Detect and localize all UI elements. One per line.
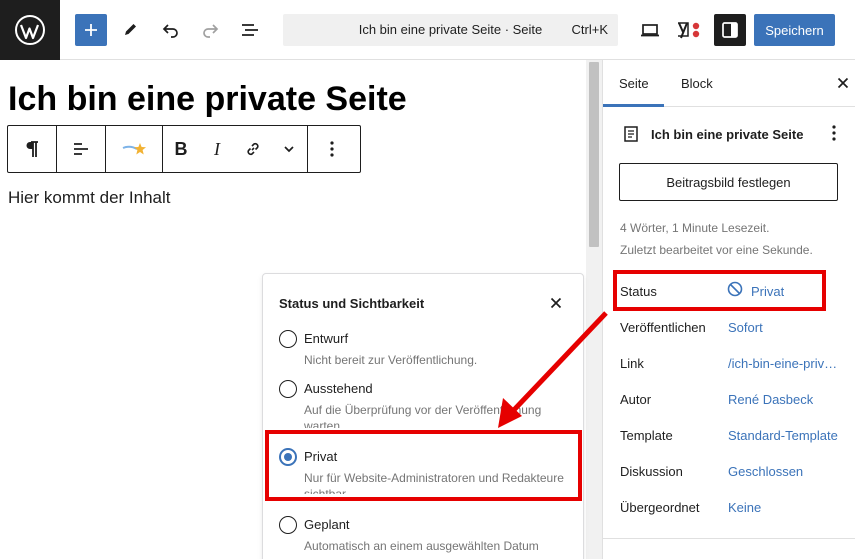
block-type-group bbox=[8, 126, 57, 172]
link-icon bbox=[247, 142, 259, 156]
parent-value-link[interactable]: Keine bbox=[728, 500, 761, 515]
option-label: Ausstehend bbox=[304, 381, 373, 396]
yoast-icon bbox=[678, 22, 700, 39]
set-featured-image-button[interactable]: Beitragsbild festlegen bbox=[619, 163, 838, 201]
pencil-icon bbox=[125, 24, 136, 35]
radio-pending[interactable] bbox=[279, 380, 297, 398]
content-paragraph[interactable]: Hier kommt der Inhalt bbox=[8, 188, 171, 208]
desktop-icon bbox=[641, 24, 659, 37]
template-label: Template bbox=[620, 428, 673, 443]
option-label: Geplant bbox=[304, 517, 350, 532]
active-tab-indicator bbox=[603, 104, 664, 107]
more-vertical-icon bbox=[330, 141, 334, 157]
save-button[interactable]: Speichern bbox=[754, 14, 835, 46]
bold-button[interactable]: B bbox=[163, 126, 199, 172]
option-label: Entwurf bbox=[304, 331, 349, 346]
publish-value-link[interactable]: Sofort bbox=[728, 320, 763, 335]
more-format-button[interactable] bbox=[271, 126, 307, 172]
align-group bbox=[57, 126, 106, 172]
yoast-seo-button[interactable] bbox=[674, 14, 706, 46]
tab-page[interactable]: Seite bbox=[619, 76, 649, 91]
chevron-down-icon bbox=[284, 146, 294, 153]
pilcrow-icon bbox=[26, 141, 38, 157]
document-actions-button[interactable] bbox=[831, 124, 837, 147]
discussion-label: Diskussion bbox=[620, 464, 683, 479]
settings-toggle-button[interactable] bbox=[714, 14, 746, 46]
add-block-button[interactable] bbox=[75, 14, 107, 46]
template-value-link[interactable]: Standard-Template bbox=[728, 428, 838, 443]
document-title: Ich bin eine private Seite bbox=[651, 127, 804, 142]
last-edited: Zuletzt bearbeitet vor eine Sekunde. bbox=[620, 243, 813, 257]
command-palette-bar[interactable]: Ich bin eine private Seite · Seite Ctrl+… bbox=[283, 14, 618, 46]
document-title-command: Ich bin eine private Seite · Seite bbox=[358, 22, 543, 37]
canvas-scrollbar[interactable] bbox=[586, 60, 602, 559]
editor-header: Ich bin eine private Seite · Seite Ctrl+… bbox=[0, 0, 855, 60]
block-options-button[interactable] bbox=[308, 126, 356, 172]
undo-icon bbox=[162, 24, 178, 38]
options-group bbox=[308, 126, 356, 172]
close-icon bbox=[837, 77, 849, 89]
radio-scheduled[interactable] bbox=[279, 516, 297, 534]
italic-button[interactable]: I bbox=[199, 126, 235, 172]
ai-group bbox=[106, 126, 163, 172]
tools-button[interactable] bbox=[114, 14, 146, 46]
sidebar-tabs: Seite Block bbox=[603, 60, 855, 107]
document-overview-button[interactable] bbox=[234, 14, 266, 46]
more-vertical-icon bbox=[832, 125, 836, 141]
popover-close-button[interactable] bbox=[545, 292, 567, 314]
scrollbar-thumb[interactable] bbox=[589, 62, 599, 247]
popover-title: Status und Sichtbarkeit bbox=[279, 296, 425, 311]
block-toolbar: B I bbox=[7, 125, 361, 173]
align-button[interactable] bbox=[57, 126, 105, 172]
wordpress-logo-icon[interactable] bbox=[0, 0, 60, 60]
redo-icon bbox=[203, 24, 219, 38]
redo-button[interactable] bbox=[194, 14, 226, 46]
discussion-value-link[interactable]: Geschlossen bbox=[728, 464, 803, 479]
undo-button[interactable] bbox=[155, 14, 187, 46]
sidebar-divider bbox=[603, 538, 855, 539]
option-description: Automatisch an einem ausgewählten Datum bbox=[304, 539, 539, 553]
ai-assistant-icon bbox=[122, 143, 146, 155]
command-shortcut: Ctrl+K bbox=[571, 22, 608, 37]
close-icon bbox=[550, 297, 562, 309]
option-description: Auf die Überprüfung vor der Veröffentlic… bbox=[304, 403, 542, 428]
author-value-link[interactable]: René Dasbeck bbox=[728, 392, 813, 407]
permalink-value-link[interactable]: /ich-bin-eine-private-seite/ bbox=[728, 356, 840, 371]
page-title-heading[interactable]: Ich bin eine private Seite bbox=[8, 80, 407, 119]
link-button[interactable] bbox=[235, 126, 271, 172]
parent-label: Übergeordnet bbox=[620, 500, 700, 515]
preview-button[interactable] bbox=[634, 14, 666, 46]
sidebar-icon bbox=[722, 22, 738, 38]
list-view-icon bbox=[242, 24, 258, 36]
publish-label: Veröffentlichen bbox=[620, 320, 706, 335]
align-left-icon bbox=[74, 143, 88, 155]
paragraph-block-button[interactable] bbox=[8, 126, 56, 172]
page-icon bbox=[623, 125, 639, 148]
format-group: B I bbox=[163, 126, 308, 172]
word-count: 4 Wörter, 1 Minute Lesezeit. bbox=[620, 221, 770, 235]
sidebar-close-button[interactable] bbox=[834, 74, 852, 92]
link-label: Link bbox=[620, 356, 644, 371]
author-label: Autor bbox=[620, 392, 652, 407]
tab-block[interactable]: Block bbox=[681, 76, 713, 91]
private-option-highlight-box bbox=[265, 430, 582, 501]
status-highlight-box bbox=[613, 270, 826, 311]
plus-icon bbox=[85, 24, 97, 36]
option-description: Nicht bereit zur Veröffentlichung. bbox=[304, 353, 478, 367]
status-visibility-popover: Status und Sichtbarkeit Entwurf Nicht be… bbox=[262, 273, 584, 559]
ai-assistant-button[interactable] bbox=[106, 126, 162, 172]
radio-draft[interactable] bbox=[279, 330, 297, 348]
